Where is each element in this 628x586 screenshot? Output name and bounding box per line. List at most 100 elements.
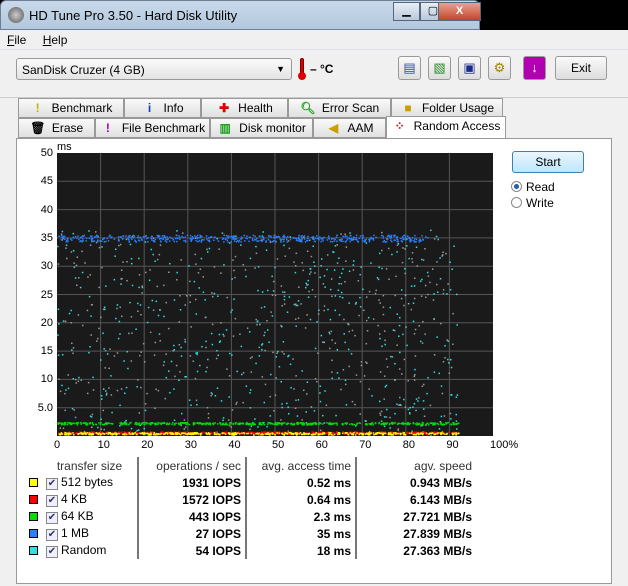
1-mb-point xyxy=(364,239,367,242)
512-bytes-point xyxy=(219,433,221,436)
random-point xyxy=(103,428,105,431)
1-mb-point xyxy=(270,236,272,238)
1-mb-point xyxy=(384,241,387,243)
1-mb-point xyxy=(307,237,309,240)
operations: 54 IOPS xyxy=(137,542,246,559)
1-mb-point xyxy=(323,236,326,239)
random-point xyxy=(387,247,390,250)
random-point xyxy=(236,370,238,373)
random-point xyxy=(100,418,102,420)
random-point xyxy=(113,355,116,357)
download-button[interactable]: ↓ xyxy=(523,56,546,80)
64-kb-point xyxy=(314,423,317,425)
1-mb-point xyxy=(274,240,277,242)
4-kb-point xyxy=(210,432,213,435)
write-radio[interactable]: Write xyxy=(511,196,554,210)
512-bytes-point xyxy=(237,432,239,434)
random-point xyxy=(364,420,367,422)
tab-health[interactable]: ✚ Health xyxy=(201,98,288,118)
save-button[interactable]: ▣ xyxy=(458,56,481,80)
4-kb-point xyxy=(336,431,338,434)
random-point xyxy=(146,392,148,395)
read-radio[interactable]: Read xyxy=(511,180,555,194)
copy-text-button[interactable]: ▤ xyxy=(398,56,421,80)
1-mb-point xyxy=(195,236,198,238)
tab-aam[interactable]: ◀ AAM xyxy=(313,118,386,138)
random-point xyxy=(76,256,79,258)
random-point xyxy=(113,278,116,281)
random-point xyxy=(314,347,317,350)
tab-error-scan[interactable]: 🔍︎ Error Scan xyxy=(288,98,391,118)
series-checkbox[interactable]: ✔ xyxy=(46,478,58,490)
1-mb-point xyxy=(363,241,366,243)
random-point xyxy=(108,367,110,370)
1-mb-point xyxy=(194,235,196,237)
random-point xyxy=(399,351,401,354)
random-point xyxy=(307,283,309,286)
random-point xyxy=(287,412,290,415)
512-bytes-point xyxy=(169,432,171,434)
4-kb-point xyxy=(160,431,163,433)
random-point xyxy=(151,299,154,302)
close-button[interactable]: X xyxy=(438,2,481,21)
random-point xyxy=(328,331,331,334)
1-mb-point xyxy=(414,234,416,237)
series-checkbox[interactable]: ✔ xyxy=(46,512,58,524)
random-point xyxy=(199,268,202,270)
random-point xyxy=(184,341,187,343)
copy-screenshot-button[interactable]: ▧ xyxy=(428,56,451,80)
1-mb-point xyxy=(254,235,256,238)
512-bytes-point xyxy=(195,432,197,434)
random-point xyxy=(75,382,77,384)
random-point xyxy=(105,394,108,396)
1-mb-point xyxy=(373,234,375,237)
random-point xyxy=(79,286,82,289)
random-point xyxy=(91,426,93,429)
minimize-button[interactable]: ▁ xyxy=(393,2,420,21)
tab-folder-usage[interactable]: ■ Folder Usage xyxy=(391,98,503,118)
tab-erase[interactable]: 🗑︎ Erase xyxy=(18,118,95,138)
tab-random-access[interactable]: ⁘ Random Access xyxy=(386,116,506,138)
random-point xyxy=(450,394,453,396)
tab-disk-monitor[interactable]: ▥ Disk monitor xyxy=(210,118,313,138)
menu-help[interactable]: Help xyxy=(36,30,74,47)
series-checkbox[interactable]: ✔ xyxy=(46,495,58,507)
exit-button[interactable]: Exit xyxy=(555,56,607,80)
tab-benchmark[interactable]: ! Benchmark xyxy=(18,98,124,118)
random-point xyxy=(135,328,137,330)
4-kb-point xyxy=(264,431,267,433)
random-point xyxy=(125,419,127,422)
random-point xyxy=(443,415,446,417)
random-point xyxy=(159,244,162,246)
random-point xyxy=(319,385,322,387)
results-table: transfer size operations / sec avg. acce… xyxy=(25,457,476,559)
random-point xyxy=(359,306,362,308)
512-bytes-point xyxy=(408,432,411,435)
menu-file[interactable]: File xyxy=(0,30,32,47)
1-mb-point xyxy=(261,238,263,241)
series-checkbox[interactable]: ✔ xyxy=(46,529,58,541)
drive-select[interactable]: SanDisk Cruzer (4 GB) ▼ xyxy=(16,58,292,80)
64-kb-point xyxy=(126,422,128,425)
random-point xyxy=(68,312,71,315)
512-bytes-point xyxy=(457,432,459,435)
64-kb-point xyxy=(385,422,388,425)
random-point xyxy=(137,379,139,381)
random-point xyxy=(442,251,444,254)
1-mb-point xyxy=(303,238,306,240)
random-point xyxy=(441,392,444,395)
options-button[interactable]: ⚙ xyxy=(488,56,511,80)
1-mb-point xyxy=(96,240,99,242)
64-kb-point xyxy=(432,424,434,426)
random-point xyxy=(282,341,285,343)
random-point xyxy=(98,286,100,289)
tab-file-benchmark[interactable]: ! File Benchmark xyxy=(95,118,210,138)
1-mb-point xyxy=(344,235,347,237)
series-checkbox[interactable]: ✔ xyxy=(46,546,58,558)
tab-info[interactable]: i Info xyxy=(124,98,201,118)
512-bytes-point xyxy=(176,431,179,434)
start-button[interactable]: Start xyxy=(512,151,584,173)
64-kb-point xyxy=(303,422,305,425)
random-point xyxy=(334,295,337,297)
random-point xyxy=(294,271,297,274)
